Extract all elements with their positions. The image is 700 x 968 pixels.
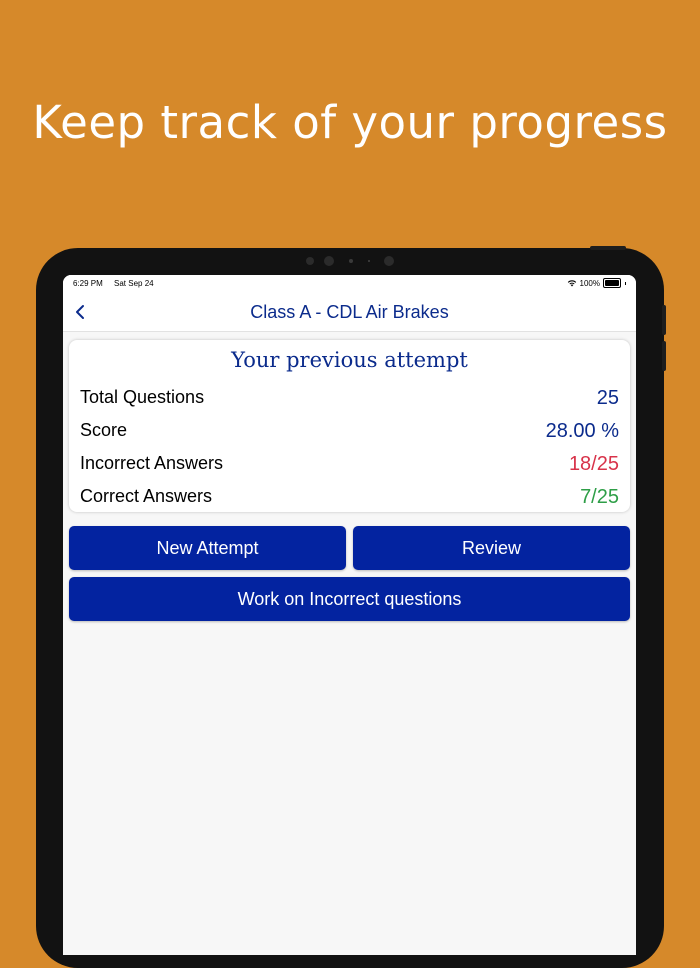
camera-lens bbox=[324, 256, 334, 266]
status-date: Sat Sep 24 bbox=[114, 279, 154, 288]
work-on-incorrect-button[interactable]: Work on Incorrect questions bbox=[69, 577, 630, 621]
camera-dot-right bbox=[384, 256, 394, 266]
camera-sensor-small bbox=[368, 260, 370, 262]
stat-value: 7/25 bbox=[580, 486, 619, 508]
stat-row-total-questions: Total Questions 25 bbox=[80, 384, 619, 410]
stat-value: 25 bbox=[596, 387, 619, 409]
tablet-volume-down-button bbox=[662, 341, 666, 371]
stat-row-incorrect-answers: Incorrect Answers 18/25 bbox=[80, 450, 619, 476]
stat-value: 28.00 % bbox=[545, 420, 619, 442]
review-button[interactable]: Review bbox=[353, 526, 630, 570]
battery-cap bbox=[625, 281, 626, 285]
card-title: Your previous attempt bbox=[231, 348, 468, 372]
stat-label: Total Questions bbox=[80, 387, 205, 407]
camera-dot bbox=[306, 257, 314, 265]
headline: Keep track of your progress bbox=[32, 96, 668, 149]
navigation-bar: Class A - CDL Air Brakes bbox=[63, 293, 636, 332]
camera-sensor bbox=[349, 259, 353, 263]
tablet-volume-up-button bbox=[662, 305, 666, 335]
page-title: Class A - CDL Air Brakes bbox=[250, 302, 449, 322]
battery-icon bbox=[603, 278, 621, 288]
wifi-icon bbox=[567, 280, 576, 287]
stat-row-score: Score 28.00 % bbox=[80, 417, 619, 443]
stat-label: Correct Answers bbox=[80, 486, 213, 506]
stat-row-correct-answers: Correct Answers 7/25 bbox=[80, 483, 619, 509]
stat-label: Score bbox=[80, 420, 128, 440]
status-indicators: 100% bbox=[567, 278, 626, 288]
status-bar: 6:29 PM Sat Sep 24 100% bbox=[63, 275, 636, 293]
stat-value: 18/25 bbox=[568, 453, 619, 475]
app-screen: 6:29 PM Sat Sep 24 100% Class A - CDL Ai… bbox=[63, 275, 636, 955]
previous-attempt-card: Your previous attempt Total Questions 25… bbox=[69, 340, 630, 512]
stat-label: Incorrect Answers bbox=[80, 453, 224, 473]
battery-percent: 100% bbox=[579, 278, 600, 288]
tablet-top-button bbox=[590, 246, 626, 250]
status-time: 6:29 PM bbox=[73, 279, 103, 288]
new-attempt-button[interactable]: New Attempt bbox=[69, 526, 346, 570]
